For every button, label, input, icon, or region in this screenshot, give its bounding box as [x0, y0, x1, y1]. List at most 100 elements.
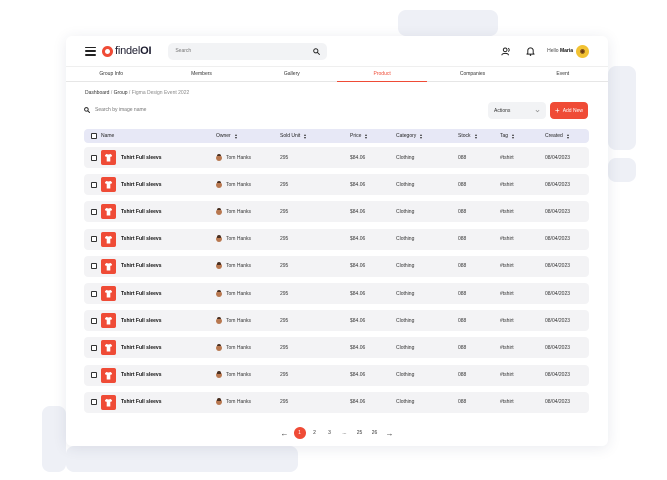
decor-shape [608, 158, 636, 182]
header-cell-tag[interactable]: Tag [500, 129, 515, 143]
sort-icon[interactable] [365, 133, 368, 139]
top-right-controls: Hello Maria ◉ [487, 44, 589, 58]
tag: #tshirt [500, 399, 514, 406]
page-1[interactable]: 1 [293, 427, 306, 439]
row-checkbox[interactable] [91, 290, 97, 297]
table-row[interactable]: Tshirt Full sleevs Tom Hanks 295 $84.06 Clot… [84, 364, 589, 386]
hamburger-menu-icon[interactable] [85, 46, 96, 56]
product-name[interactable]: Tshirt Full sleevs [121, 345, 161, 351]
sort-icon[interactable] [234, 133, 237, 139]
users-icon[interactable] [501, 46, 511, 56]
stock: 088 [458, 317, 467, 324]
price: $84.06 [350, 317, 366, 324]
sold-unit: 295 [280, 208, 289, 215]
table-row[interactable]: Tshirt Full sleevs Tom Hanks 295 $84.06 Clot… [84, 255, 589, 277]
user-avatar[interactable]: ◉ [576, 44, 589, 58]
row-checkbox[interactable] [91, 317, 97, 324]
row-checkbox[interactable] [91, 263, 97, 270]
tab-companies[interactable]: Companies [427, 67, 517, 81]
row-owner-cell: Tom Hanks [216, 283, 251, 304]
header-cell-price[interactable]: Price [350, 129, 368, 143]
page-2[interactable]: 2 [309, 427, 321, 439]
decor-shape [66, 446, 298, 472]
table-row[interactable]: Tshirt Full sleevs Tom Hanks 295 $84.06 Clot… [84, 391, 589, 413]
user-name: Maria [559, 48, 573, 54]
product-name[interactable]: Tshirt Full sleevs [121, 209, 161, 215]
row-checkbox[interactable] [91, 399, 97, 406]
sold-unit: 295 [280, 236, 289, 243]
breadcrumb-dashboard[interactable]: Dashboard [85, 90, 109, 96]
row-checkbox[interactable] [91, 154, 97, 161]
product-name[interactable]: Tshirt Full sleevs [121, 182, 161, 188]
column-created: Created [545, 133, 563, 139]
sort-icon[interactable] [420, 133, 423, 139]
tab-product[interactable]: Product [336, 67, 428, 82]
page-26[interactable]: 26 [369, 427, 381, 439]
search-icon[interactable] [313, 47, 321, 55]
tab-group-info[interactable]: Group Info [66, 67, 156, 81]
table-row[interactable]: Tshirt Full sleevs Tom Hanks 295 $84.06 Clot… [84, 337, 589, 359]
product-name[interactable]: Tshirt Full sleevs [121, 291, 161, 297]
sold-unit: 295 [280, 181, 289, 188]
global-search-input[interactable] [175, 48, 314, 54]
owner-avatar [216, 343, 222, 351]
price: $84.06 [350, 181, 366, 188]
product-name[interactable]: Tshirt Full sleevs [121, 155, 161, 161]
product-name[interactable]: Tshirt Full sleevs [121, 236, 161, 242]
created-date: 08/04/2023 [545, 154, 571, 161]
product-name[interactable]: Tshirt Full sleevs [121, 263, 161, 269]
owner-name: Tom Hanks [226, 208, 252, 215]
price: $84.06 [350, 208, 366, 215]
product-name[interactable]: Tshirt Full sleevs [121, 318, 161, 324]
decor-shape [42, 406, 66, 472]
page-ellipsis: ... [342, 430, 347, 436]
tab-event[interactable]: Event [518, 67, 608, 81]
row-checkbox[interactable] [91, 208, 97, 215]
arrow-right-icon[interactable]: → [384, 427, 396, 439]
table-row[interactable]: Tshirt Full sleevs Tom Hanks 295 $84.06 Clot… [84, 228, 589, 250]
header-cell-category[interactable]: Category [396, 129, 423, 143]
arrow-left-icon[interactable]: ← [279, 427, 291, 439]
sort-icon[interactable] [512, 133, 515, 139]
header-cell-sold-unit[interactable]: Sold Unit [280, 129, 307, 143]
row-checkbox[interactable] [91, 181, 97, 188]
header-cell-owner[interactable]: Owner [216, 129, 237, 143]
product-name[interactable]: Tshirt Full sleevs [121, 399, 161, 405]
price: $84.06 [350, 154, 366, 161]
page-25[interactable]: 25 [354, 427, 366, 439]
sort-icon[interactable] [474, 133, 477, 139]
table-row[interactable]: Tshirt Full sleevs Tom Hanks 295 $84.06 Clot… [84, 201, 589, 223]
row-checkbox[interactable] [91, 372, 97, 379]
tab-gallery[interactable]: Gallery [247, 67, 337, 81]
table-row[interactable]: Tshirt Full sleevs Tom Hanks 295 $84.06 Clot… [84, 310, 589, 332]
price: $84.06 [350, 399, 366, 406]
search-icon[interactable] [84, 107, 90, 113]
column-tag: Tag [500, 133, 509, 139]
breadcrumb-group[interactable]: Group [114, 90, 128, 96]
product-name[interactable]: Tshirt Full sleevs [121, 372, 161, 378]
tag: #tshirt [500, 317, 514, 324]
select-all-checkbox[interactable] [91, 133, 97, 139]
header-cell-created[interactable]: Created [545, 129, 569, 143]
header-cell-stock[interactable]: Stock [458, 129, 477, 143]
table-row[interactable]: Tshirt Full sleevs Tom Hanks 295 $84.06 Clot… [84, 174, 589, 196]
table-row[interactable]: Tshirt Full sleevs Tom Hanks 295 $84.06 Clot… [84, 283, 589, 304]
logo[interactable]: findelOI [115, 45, 152, 57]
bell-icon[interactable] [525, 46, 535, 56]
row-checkbox[interactable] [91, 236, 97, 243]
page-3[interactable]: 3 [324, 427, 336, 439]
column-sold-unit: Sold Unit [280, 133, 301, 139]
sort-icon[interactable] [566, 133, 569, 139]
actions-dropdown[interactable]: Actions [488, 102, 546, 119]
stock: 088 [458, 181, 467, 188]
add-new-button[interactable]: + Add New [550, 102, 588, 119]
sort-icon[interactable] [304, 133, 307, 139]
row-checkbox[interactable] [91, 344, 97, 351]
actions-label: Actions [494, 107, 511, 114]
table-row[interactable]: Tshirt Full sleevs Tom Hanks 295 $84.06 Clot… [84, 147, 589, 168]
column-stock: Stock [458, 133, 471, 139]
pagination: ← 1 2 3 ... 25 26 → [66, 427, 608, 439]
image-search-input[interactable] [95, 107, 215, 113]
category: Clothing [396, 372, 415, 379]
tab-members[interactable]: Members [156, 67, 246, 81]
